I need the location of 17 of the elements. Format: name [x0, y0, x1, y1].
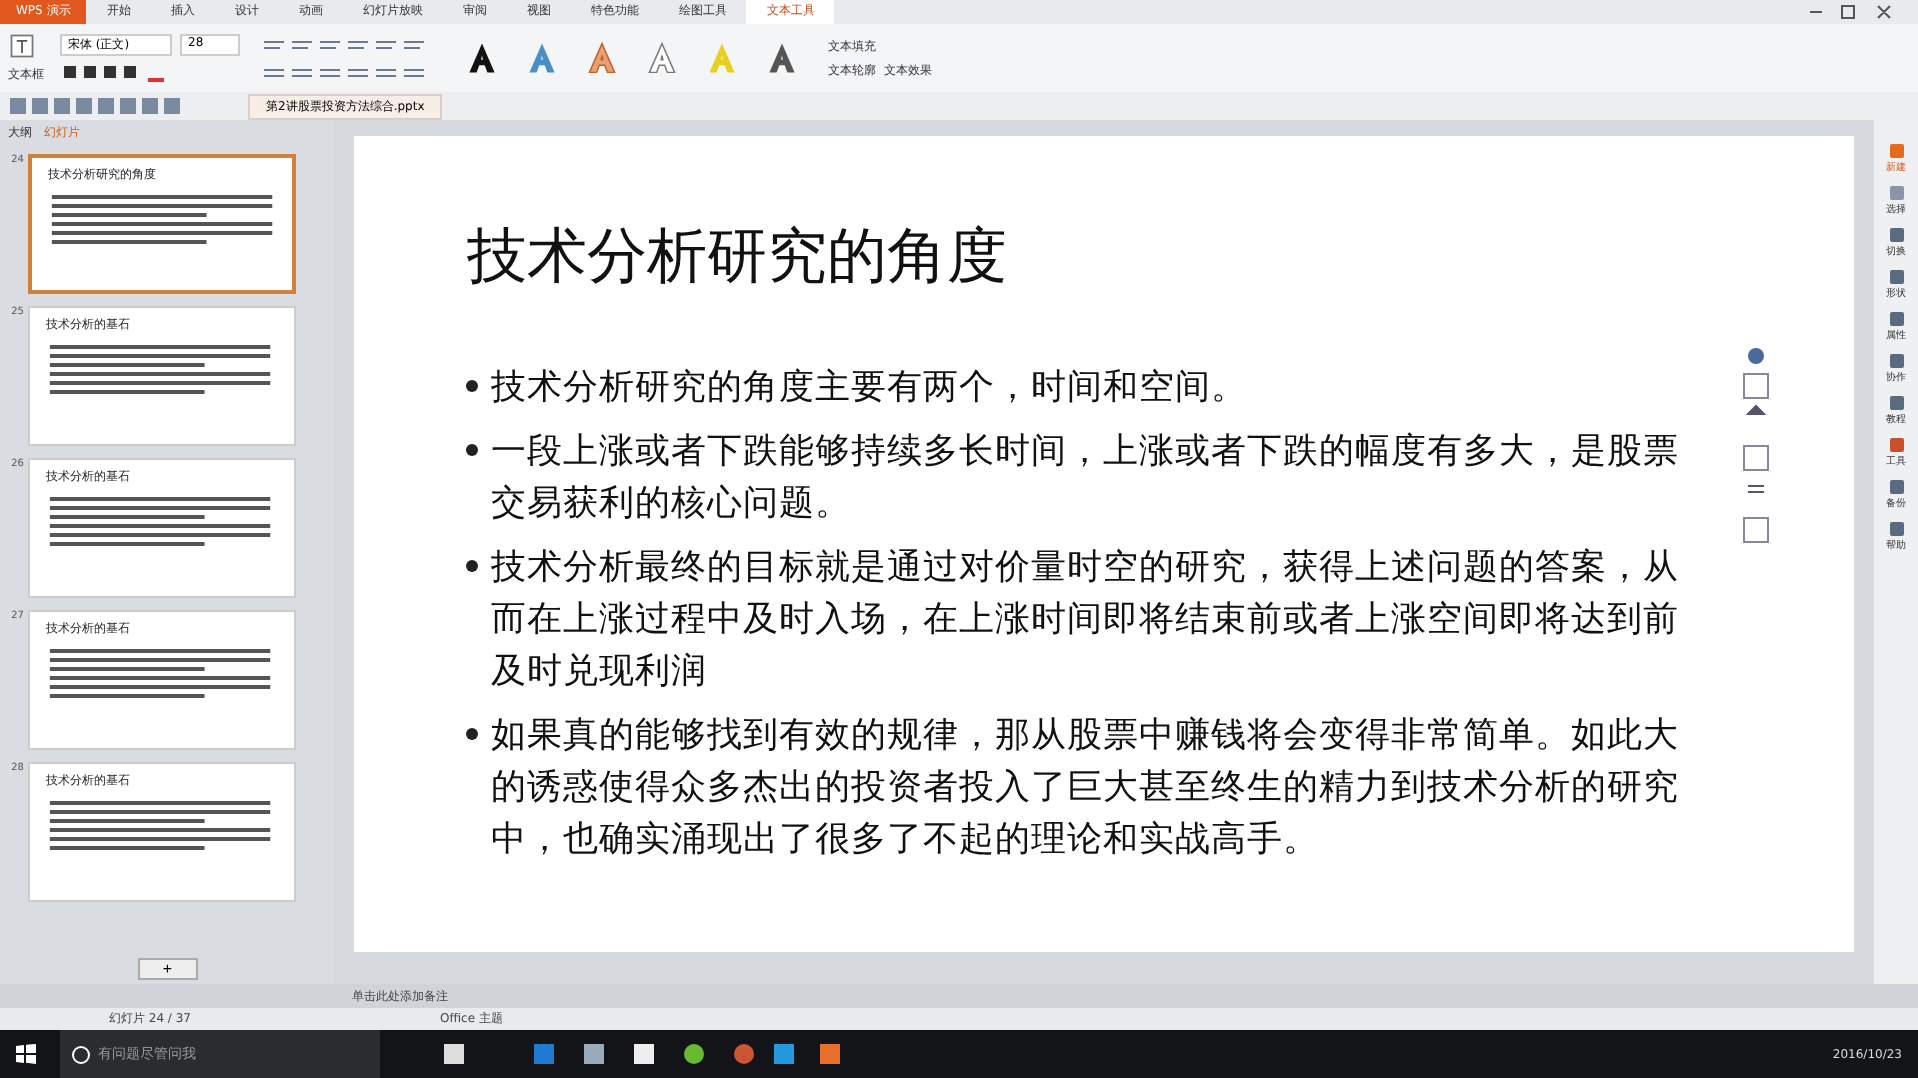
add-slide-button[interactable]: +: [137, 958, 198, 980]
windows-start-icon[interactable]: [16, 1044, 36, 1064]
bullet-text: 一段上涨或者下跌能够持续多长时间，上涨或者下跌的幅度有多大，是股票交易获利的核心问题。: [490, 430, 1681, 528]
bullet-text: 技术分析最终的目标就是通过对价量时空的研究，获得上述问题的答案，从而在上涨过程中及时入场，在上涨时间即将结束前或者上涨空间即将达到前及时兑现利润: [490, 546, 1681, 696]
bullet-text: 如果真的能够找到有效的规律，那从股票中赚钱将会变得非常简单。如此大的诱惑使得众多杰出的投资者投入了巨大甚至终生的精力到技术分析的研究中，也确实涌现出了很多了不起的理论和实战高手。: [490, 714, 1681, 864]
bullet-text: 技术分析研究的角度主要有两个，时间和空间。: [490, 366, 1247, 412]
bullet-dot: [466, 560, 479, 572]
textbox-icon[interactable]: [8, 32, 36, 60]
bullet-dot: [466, 380, 479, 392]
text-style-icon[interactable]: [764, 40, 800, 76]
bullet-dot: [466, 728, 479, 740]
slide-title: 技术分析研究的角度: [466, 222, 1009, 294]
taskbar-apps-icon[interactable]: [444, 1042, 844, 1066]
text-style-icon[interactable]: [464, 40, 500, 76]
search-icon: [72, 1045, 90, 1063]
bullet-dot: [466, 444, 479, 456]
floating-toolbar-icon[interactable]: [1742, 346, 1771, 546]
